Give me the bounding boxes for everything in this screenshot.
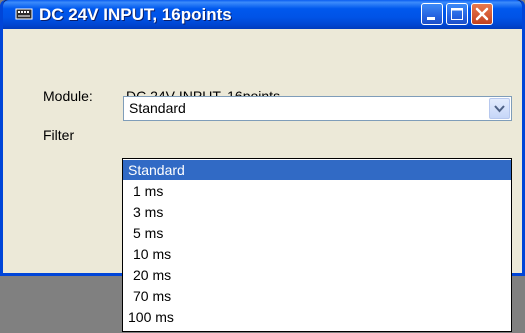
option-standard[interactable]: Standard — [123, 160, 511, 180]
option-3ms[interactable]: 3 ms — [123, 202, 511, 222]
minimize-icon — [427, 17, 435, 20]
minimize-button[interactable] — [421, 3, 443, 25]
filter-dropdown-list: Standard 1 ms 3 ms 5 ms 10 ms 20 ms 70 m… — [122, 158, 512, 332]
option-10ms[interactable]: 10 ms — [123, 244, 511, 264]
close-button[interactable] — [471, 3, 493, 25]
title-bar[interactable]: DC 24V INPUT, 16points — [3, 0, 522, 29]
option-1ms[interactable]: 1 ms — [123, 181, 511, 201]
filter-combobox[interactable]: Standard — [123, 96, 512, 121]
option-100ms[interactable]: 100 ms — [123, 307, 511, 327]
maximize-button[interactable] — [446, 3, 468, 25]
window-title: DC 24V INPUT, 16points — [39, 5, 232, 24]
maximize-icon — [451, 8, 463, 20]
option-5ms[interactable]: 5 ms — [123, 223, 511, 243]
dropdown-button[interactable] — [489, 98, 510, 119]
close-icon — [475, 7, 489, 21]
module-icon — [15, 7, 33, 21]
option-70ms[interactable]: 70 ms — [123, 286, 511, 306]
filter-label: Filter — [43, 127, 75, 143]
filter-selected-value: Standard — [129, 100, 186, 116]
option-20ms[interactable]: 20 ms — [123, 265, 511, 285]
chevron-down-icon — [494, 105, 505, 113]
module-label: Module: — [43, 88, 93, 104]
